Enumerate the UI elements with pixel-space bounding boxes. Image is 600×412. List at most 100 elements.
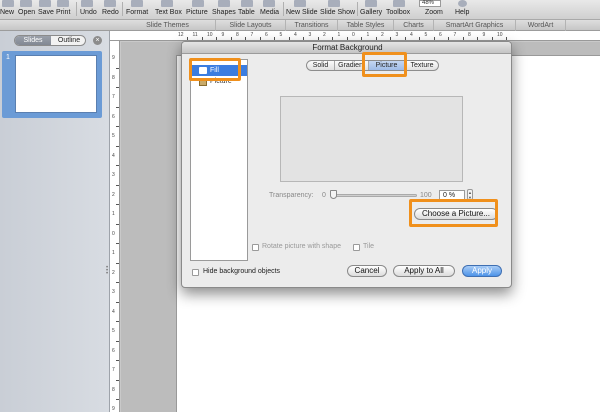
ruler-tick-label: 6 [439,32,442,38]
zoom-select[interactable]: 48% [419,0,441,7]
tab-charts[interactable]: Charts [394,20,434,31]
ruler-tick-label: 2 [112,191,115,198]
toolbar-text-box[interactable]: Text Box [155,9,182,16]
ruler-tick [116,106,119,108]
toolbar-undo[interactable]: Undo [80,9,97,16]
ruler-tick [201,37,203,40]
toolbar-zoom: Zoom [425,9,443,16]
slide-show-icon[interactable] [328,0,340,7]
help-icon[interactable] [458,0,467,7]
toolbar-gallery[interactable]: Gallery [360,9,382,16]
shapes-icon[interactable] [218,0,230,7]
tab-solid[interactable]: Solid [307,61,335,70]
ruler-tick [433,37,435,40]
ruler-tick [375,37,377,40]
slide-number: 1 [6,54,10,61]
toolbox-icon[interactable] [393,0,405,7]
ruler-tick [404,37,406,40]
ruler-tick-label: 1 [112,250,115,256]
slide-thumbnail[interactable] [15,55,97,113]
category-list: Fill Picture [190,59,248,261]
redo-icon[interactable] [104,0,116,7]
ruler-tick-label: 1 [366,32,370,38]
apply-to-all-button[interactable]: Apply to All [393,265,455,277]
transparency-slider-thumb[interactable] [330,190,337,199]
ruler-tick [332,37,334,40]
apply-button[interactable]: Apply [462,265,502,277]
tile-checkbox[interactable] [353,244,360,251]
text-box-icon[interactable] [161,0,173,7]
ruler-tick [288,37,290,40]
tab-texture[interactable]: Texture [405,61,438,70]
ruler-tick-label: 9 [221,32,225,38]
toolbar-table[interactable]: Table [238,9,255,16]
ruler-tick-label: 2 [381,32,384,38]
ruler-tick [419,37,421,40]
ruler-tick-label: 8 [468,32,471,38]
undo-icon[interactable] [81,0,93,7]
picture-icon[interactable] [192,0,204,7]
ruler-tick-label: 3 [308,32,312,38]
toolbar-picture[interactable]: Picture [186,9,208,16]
toolbar-media[interactable]: Media [260,9,279,16]
transparency-slider[interactable] [331,194,417,197]
ruler-tick-label: 7 [112,94,115,100]
ruler-tick [506,37,508,40]
ruler-tick-label: 1 [337,32,341,38]
print-icon[interactable] [57,0,69,7]
toolbar-save[interactable]: Save [38,9,54,16]
transparency-max-label: 100 [420,192,432,199]
cancel-button[interactable]: Cancel [347,265,387,277]
format-icon[interactable] [131,0,143,7]
toolbar-toolbox[interactable]: Toolbox [386,9,410,16]
toolbar-print[interactable]: Print [56,9,70,16]
tab-table-styles[interactable]: Table Styles [338,20,394,31]
tab-slides[interactable]: Slides [15,36,51,45]
save-icon[interactable] [39,0,51,7]
ruler-tick-label: 7 [453,32,457,38]
toolbar-open[interactable]: Open [18,9,35,16]
toolbar-new[interactable]: New [0,9,14,16]
ruler-tick [116,126,119,128]
ruler-tick-label: 3 [395,32,399,38]
toolbar: New Open Save Print Undo Redo Format Tex… [0,0,600,20]
rotate-picture-checkbox[interactable] [252,244,259,251]
pane-splitter[interactable]: • • • [106,265,109,277]
ruler-tick [116,67,119,69]
gallery-icon[interactable] [365,0,377,7]
open-icon[interactable] [20,0,32,7]
ruler-tick [116,145,119,147]
ruler-tick [116,262,119,264]
tab-transitions[interactable]: Transitions [286,20,338,31]
ruler-tick [116,301,119,303]
new-slide-icon[interactable] [294,0,306,7]
media-icon[interactable] [263,0,275,7]
close-pane-icon[interactable]: × [93,36,102,45]
highlight-fill-category [189,58,241,81]
table-icon[interactable] [241,0,253,7]
toolbar-slide-show[interactable]: Slide Show [320,9,355,16]
ruler-tick-label: 3 [112,172,115,178]
ruler-tick-label: 8 [112,74,115,81]
tab-wordart[interactable]: WordArt [516,20,566,31]
ruler-tick [448,37,450,40]
ruler-tick [116,165,119,167]
tab-outline[interactable]: Outline [51,36,85,45]
toolbar-format[interactable]: Format [126,9,148,16]
tab-slide-themes[interactable]: Slide Themes [120,20,216,31]
tab-smartart-graphics[interactable]: SmartArt Graphics [434,20,516,31]
ruler-tick [317,37,319,40]
hide-background-checkbox[interactable] [192,269,199,276]
ruler-tick-label: 5 [112,133,115,139]
ruler-tick [187,37,189,40]
ruler-tick-label: 3 [112,289,115,295]
ruler-tick [303,37,305,40]
toolbar-help[interactable]: Help [455,9,469,16]
toolbar-new-slide[interactable]: New Slide [286,9,318,16]
new-icon[interactable] [2,0,14,7]
tab-slide-layouts[interactable]: Slide Layouts [216,20,286,31]
toolbar-shapes[interactable]: Shapes [212,9,236,16]
toolbar-redo[interactable]: Redo [102,9,119,16]
ruler-tick [477,37,479,40]
ruler-tick [274,37,276,40]
